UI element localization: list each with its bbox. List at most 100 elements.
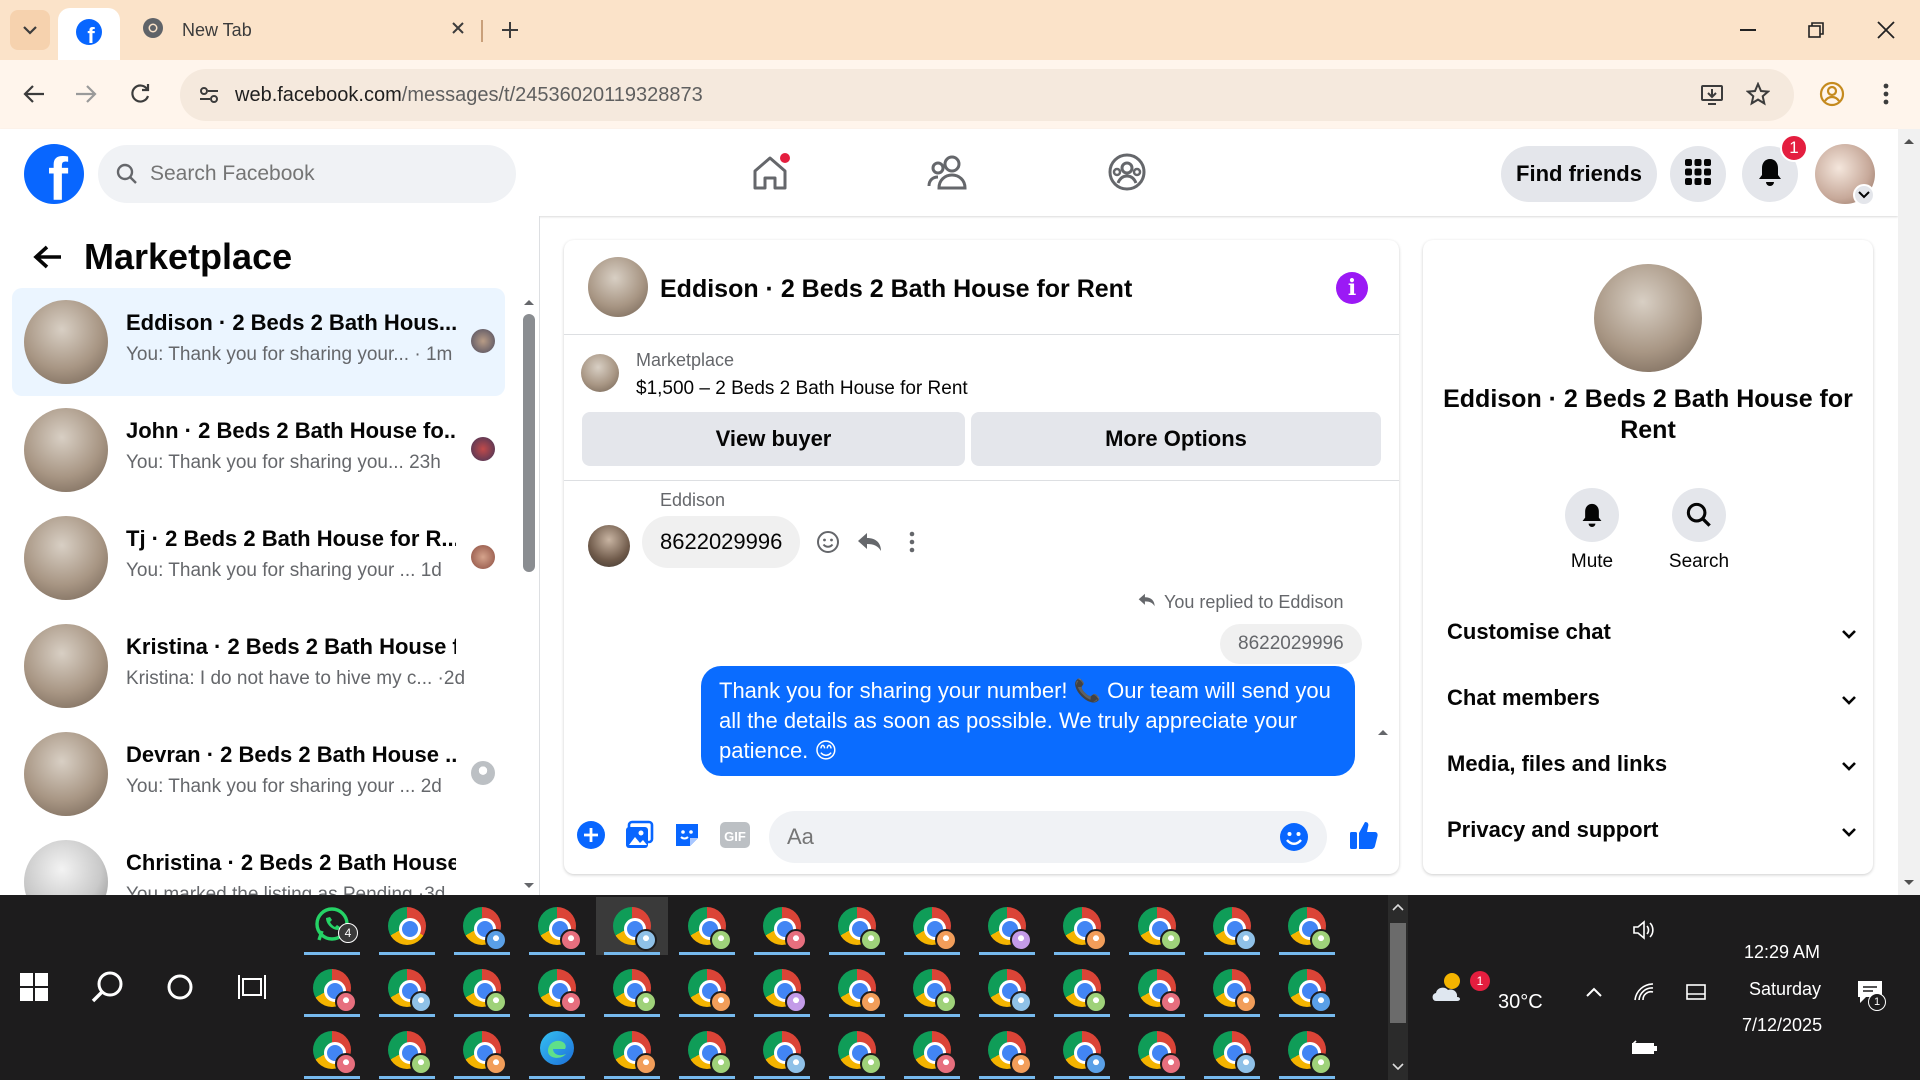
chat-avatar[interactable] — [588, 257, 648, 317]
cortana-icon[interactable] — [158, 965, 202, 1009]
clock-time[interactable]: 12:29 AM — [1744, 942, 1820, 963]
bell-icon[interactable] — [1565, 488, 1619, 542]
chevron-up-icon[interactable] — [1574, 977, 1614, 1007]
chrome-profile-window[interactable] — [446, 959, 518, 1017]
chrome-profile-window[interactable] — [821, 959, 893, 1017]
chrome-profile-window[interactable] — [1121, 897, 1193, 955]
conversation-item[interactable]: Eddison · 2 Beds 2 Bath Hous... You: Tha… — [12, 288, 505, 396]
emoji-icon[interactable] — [1279, 822, 1309, 857]
chrome-profile-window[interactable] — [1196, 1021, 1268, 1079]
bookmark-star-icon[interactable] — [1745, 81, 1771, 111]
clock-date[interactable]: 7/12/2025 — [1742, 1015, 1822, 1036]
battery-icon[interactable] — [1624, 1033, 1664, 1063]
forward-button[interactable] — [64, 72, 108, 116]
chrome-profile-window[interactable] — [596, 959, 668, 1017]
menu-button[interactable] — [1670, 146, 1726, 202]
chrome-profile-window[interactable] — [296, 959, 368, 1017]
facebook-search[interactable] — [98, 145, 516, 203]
quoted-message[interactable]: 8622029996 — [1220, 624, 1362, 664]
chrome-profile-window[interactable] — [821, 1021, 893, 1079]
gif-icon[interactable]: GIF — [718, 818, 752, 852]
chrome-profile-window[interactable] — [1196, 959, 1268, 1017]
conversation-item[interactable]: Tj · 2 Beds 2 Bath House for R... You: T… — [12, 504, 505, 612]
plus-circle-icon[interactable] — [574, 818, 608, 852]
edge-app[interactable] — [521, 1021, 593, 1079]
chrome-profile-window[interactable] — [371, 959, 443, 1017]
chrome-profile-window[interactable] — [746, 1021, 818, 1079]
chrome-profile-window[interactable] — [371, 1021, 443, 1079]
react-icon[interactable] — [814, 528, 842, 556]
chrome-profile-window[interactable] — [821, 897, 893, 955]
chrome-profile-window[interactable] — [1046, 959, 1118, 1017]
chrome-profile-window[interactable] — [1046, 1021, 1118, 1079]
search-input[interactable] — [150, 159, 500, 189]
taskbar-scrollbar[interactable] — [1388, 895, 1408, 1080]
chrome-profile-window[interactable] — [671, 1021, 743, 1079]
listing-title[interactable]: $1,500 – 2 Beds 2 Bath House for Rent — [636, 378, 968, 400]
search-action[interactable]: Search — [1649, 488, 1749, 573]
close-window-button[interactable] — [1858, 8, 1914, 52]
chrome-profile-window[interactable] — [1271, 1021, 1343, 1079]
privacy-support-section[interactable]: Privacy and support — [1447, 810, 1857, 850]
chrome-profile-window[interactable] — [971, 897, 1043, 955]
tab-search-dropdown-button[interactable] — [10, 10, 50, 50]
chrome-profile-window[interactable] — [521, 897, 593, 955]
chrome-profile-window[interactable] — [296, 1021, 368, 1079]
chrome-profile-window[interactable] — [896, 1021, 968, 1079]
reply-icon[interactable] — [856, 528, 884, 556]
whatsapp-app[interactable]: 4 — [296, 897, 368, 955]
sticker-icon[interactable] — [670, 818, 704, 852]
site-settings-icon[interactable] — [198, 84, 220, 111]
listing-thumbnail[interactable] — [581, 354, 619, 392]
thumbs-up-icon[interactable] — [1347, 818, 1381, 852]
task-view-icon[interactable] — [230, 965, 274, 1009]
back-button[interactable] — [12, 72, 56, 116]
chrome-profile-window[interactable] — [671, 959, 743, 1017]
display-icon[interactable] — [1676, 977, 1716, 1007]
chrome-profile-window[interactable] — [896, 897, 968, 955]
back-arrow-icon[interactable] — [30, 239, 66, 275]
chrome-profile-window[interactable] — [1121, 1021, 1193, 1079]
photo-icon[interactable] — [622, 818, 656, 852]
tab-new-tab[interactable]: New Tab — [128, 8, 473, 52]
chat-members-section[interactable]: Chat members — [1447, 678, 1857, 718]
windows-start-icon[interactable] — [20, 973, 50, 1003]
clock-day[interactable]: Saturday — [1749, 979, 1821, 1000]
install-app-icon[interactable] — [1700, 83, 1724, 112]
chrome-profile-window[interactable] — [446, 1021, 518, 1079]
conversation-item[interactable]: Devran · 2 Beds 2 Bath House ... You: Th… — [12, 720, 505, 828]
close-tab-icon[interactable] — [451, 21, 465, 40]
message-input[interactable] — [787, 822, 1267, 852]
inbox-scrollbar[interactable] — [520, 296, 538, 895]
find-friends-button[interactable]: Find friends — [1501, 146, 1657, 202]
new-tab-button[interactable] — [492, 12, 528, 48]
customise-chat-section[interactable]: Customise chat — [1447, 612, 1857, 652]
search-icon[interactable] — [86, 965, 130, 1009]
profile-icon[interactable] — [1810, 72, 1854, 116]
chrome-profile-window[interactable] — [746, 897, 818, 955]
wifi-icon[interactable] — [1624, 977, 1664, 1007]
chrome-profile-window[interactable] — [1121, 959, 1193, 1017]
address-bar[interactable]: web.facebook.com/messages/t/245360201193… — [180, 69, 1794, 121]
groups-nav[interactable] — [1097, 149, 1157, 199]
more-options-button[interactable]: More Options — [971, 412, 1381, 466]
message-input-box[interactable] — [769, 811, 1327, 863]
view-buyer-button[interactable]: View buyer — [582, 412, 965, 466]
chrome-profile-window[interactable] — [971, 959, 1043, 1017]
search-icon[interactable] — [1672, 488, 1726, 542]
volume-icon[interactable] — [1624, 915, 1664, 945]
chrome-profile-window[interactable] — [1271, 897, 1343, 955]
reload-button[interactable] — [118, 72, 162, 116]
minimize-button[interactable] — [1720, 8, 1776, 52]
outgoing-message[interactable]: Thank you for sharing your number! 📞 Our… — [701, 666, 1355, 776]
chrome-profile-window[interactable] — [671, 897, 743, 955]
chevron-down-icon[interactable] — [1853, 184, 1875, 206]
chrome-profile-window[interactable] — [1046, 897, 1118, 955]
chrome-profile-window[interactable] — [971, 1021, 1043, 1079]
browser-menu-icon[interactable] — [1864, 72, 1908, 116]
home-nav[interactable] — [740, 149, 800, 199]
chrome-profile-window[interactable] — [446, 897, 518, 955]
more-actions-icon[interactable] — [898, 528, 926, 556]
media-files-links-section[interactable]: Media, files and links — [1447, 744, 1857, 784]
scrollbar-thumb[interactable] — [523, 314, 535, 572]
